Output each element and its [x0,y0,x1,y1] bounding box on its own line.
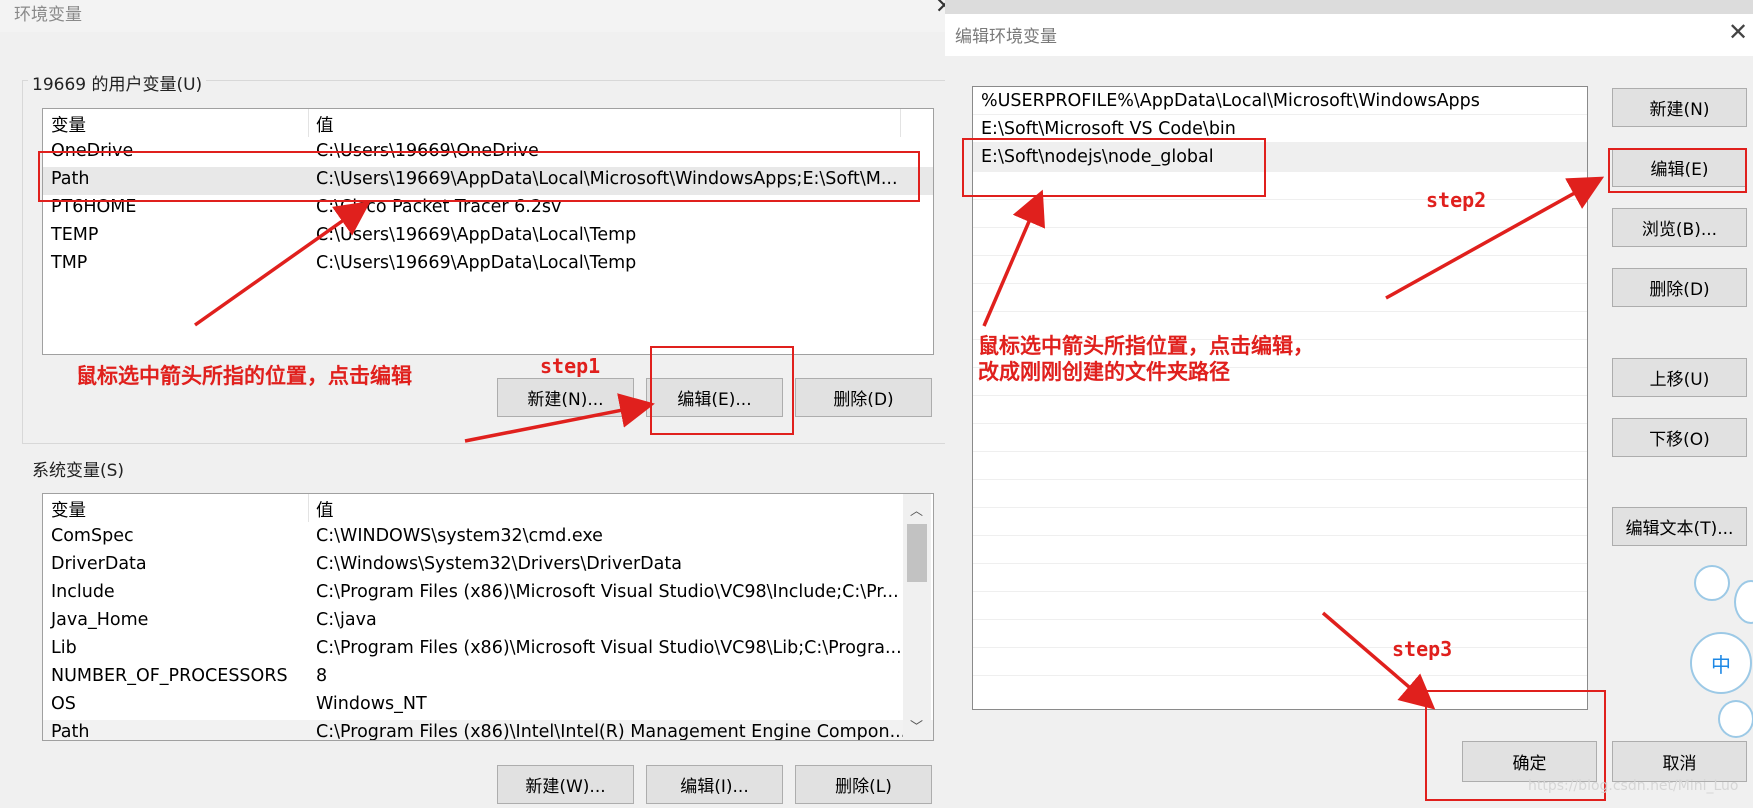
arrow-to-ok-button [1321,611,1436,710]
arrow-to-edit-button [464,393,655,443]
arrow-to-path-item [982,189,1045,327]
arrow-to-path-row [193,200,371,327]
arrow-to-edit-path-button [1385,176,1605,300]
annotation-arrows [193,176,1605,710]
watermark: https://blog.csdn.net/Mini_Luo [1528,778,1739,794]
